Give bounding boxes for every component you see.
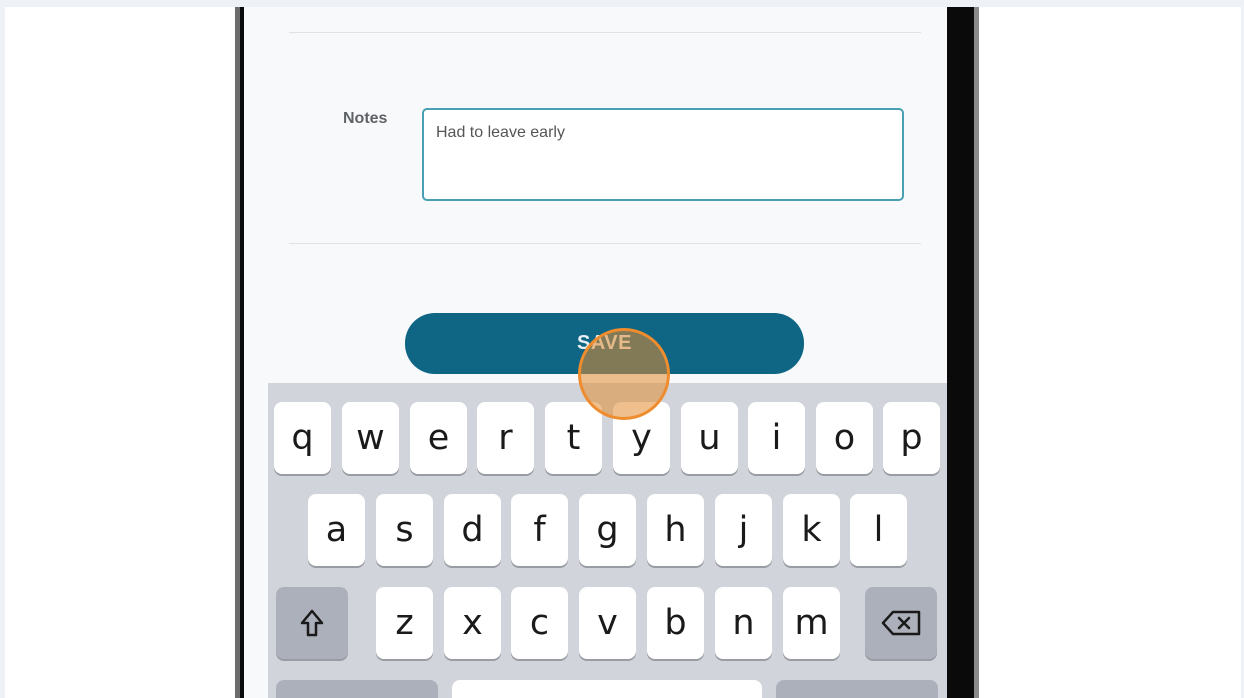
- key-n[interactable]: n: [715, 587, 772, 659]
- key-j[interactable]: j: [715, 494, 772, 566]
- notes-label: Notes: [343, 110, 388, 127]
- key-m[interactable]: m: [783, 587, 840, 659]
- key-r[interactable]: r: [477, 402, 534, 474]
- numbers-key[interactable]: [276, 680, 438, 698]
- divider-bottom: [289, 243, 921, 244]
- shift-arrow-icon: [300, 609, 324, 637]
- key-q[interactable]: q: [274, 402, 331, 474]
- delete-key[interactable]: [865, 587, 937, 659]
- phone-frame: Notes Had to leave early SAVE q w e r t …: [235, 7, 979, 698]
- key-e[interactable]: e: [410, 402, 467, 474]
- key-f[interactable]: f: [511, 494, 568, 566]
- key-o[interactable]: o: [816, 402, 873, 474]
- screenshot-canvas: Notes Had to leave early SAVE q w e r t …: [5, 7, 1241, 698]
- key-t[interactable]: t: [545, 402, 602, 474]
- key-y[interactable]: y: [613, 402, 670, 474]
- key-a[interactable]: a: [308, 494, 365, 566]
- on-screen-keyboard: q w e r t y u i o p a s d f g h j k l z …: [268, 383, 947, 698]
- phone-frame-left-edge: [235, 7, 240, 698]
- key-h[interactable]: h: [647, 494, 704, 566]
- shift-key[interactable]: [276, 587, 348, 659]
- key-s[interactable]: s: [376, 494, 433, 566]
- space-key[interactable]: [452, 680, 762, 698]
- key-u[interactable]: u: [681, 402, 738, 474]
- phone-screen: Notes Had to leave early SAVE q w e r t …: [244, 7, 947, 698]
- key-l[interactable]: l: [850, 494, 907, 566]
- key-g[interactable]: g: [579, 494, 636, 566]
- key-w[interactable]: w: [342, 402, 399, 474]
- return-key[interactable]: [776, 680, 938, 698]
- key-i[interactable]: i: [748, 402, 805, 474]
- key-c[interactable]: c: [511, 587, 568, 659]
- key-b[interactable]: b: [647, 587, 704, 659]
- key-d[interactable]: d: [444, 494, 501, 566]
- save-button[interactable]: SAVE: [405, 313, 804, 374]
- key-x[interactable]: x: [444, 587, 501, 659]
- backspace-icon: [881, 610, 921, 636]
- key-p[interactable]: p: [883, 402, 940, 474]
- key-v[interactable]: v: [579, 587, 636, 659]
- key-k[interactable]: k: [783, 494, 840, 566]
- key-z[interactable]: z: [376, 587, 433, 659]
- notes-textarea[interactable]: Had to leave early: [422, 108, 904, 201]
- phone-frame-right-edge: [974, 7, 979, 698]
- divider-top: [289, 32, 921, 33]
